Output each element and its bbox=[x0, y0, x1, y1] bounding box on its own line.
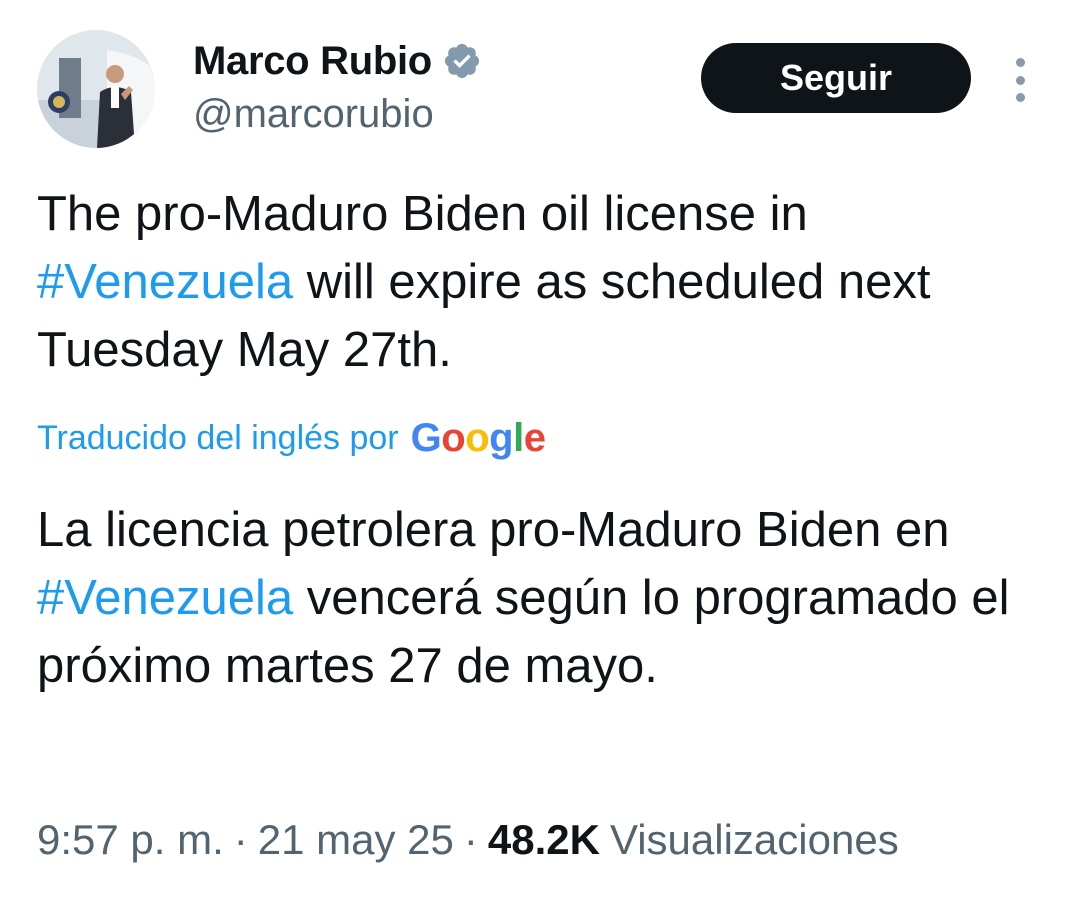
tweet-meta: 9:57 p. m. · 21 may 25 · 48.2K Visualiza… bbox=[37, 816, 899, 864]
meta-separator: · bbox=[463, 816, 478, 863]
translation-note[interactable]: Traducido del inglés por Google bbox=[37, 414, 546, 462]
original-text-part: The pro-Maduro Biden oil license in bbox=[37, 187, 808, 241]
tweet-translated-text: La licencia petrolera pro-Maduro Biden e… bbox=[37, 496, 1047, 700]
author-handle[interactable]: @marcorubio bbox=[193, 92, 434, 137]
more-vertical-icon bbox=[1015, 58, 1025, 67]
author-display-name[interactable]: Marco Rubio bbox=[193, 39, 432, 84]
meta-separator: · bbox=[233, 816, 248, 863]
verified-badge-icon bbox=[444, 43, 480, 79]
avatar[interactable] bbox=[37, 30, 155, 148]
avatar-photo-icon bbox=[37, 30, 155, 148]
tweet-time[interactable]: 9:57 p. m. bbox=[37, 816, 224, 864]
more-options-button[interactable] bbox=[1004, 56, 1036, 104]
hashtag-link[interactable]: #Venezuela bbox=[37, 255, 293, 309]
tweet-original-text: The pro-Maduro Biden oil license in #Ven… bbox=[37, 180, 1047, 384]
tweet: Marco Rubio @marcorubio Seguir The pro-M… bbox=[0, 0, 1080, 904]
hashtag-link[interactable]: #Venezuela bbox=[37, 571, 293, 625]
translated-text-part: La licencia petrolera pro-Maduro Biden e… bbox=[37, 503, 950, 557]
views-label: Visualizaciones bbox=[609, 816, 899, 863]
google-logo: Google bbox=[410, 415, 546, 460]
views-count[interactable]: 48.2K bbox=[488, 816, 600, 864]
more-dot bbox=[1015, 93, 1025, 102]
author-name-row[interactable]: Marco Rubio bbox=[193, 36, 482, 86]
more-dot bbox=[1015, 75, 1025, 85]
tweet-date[interactable]: 21 may 25 bbox=[258, 816, 454, 864]
follow-button[interactable]: Seguir bbox=[701, 43, 971, 113]
translation-label: Traducido del inglés por bbox=[37, 418, 399, 457]
